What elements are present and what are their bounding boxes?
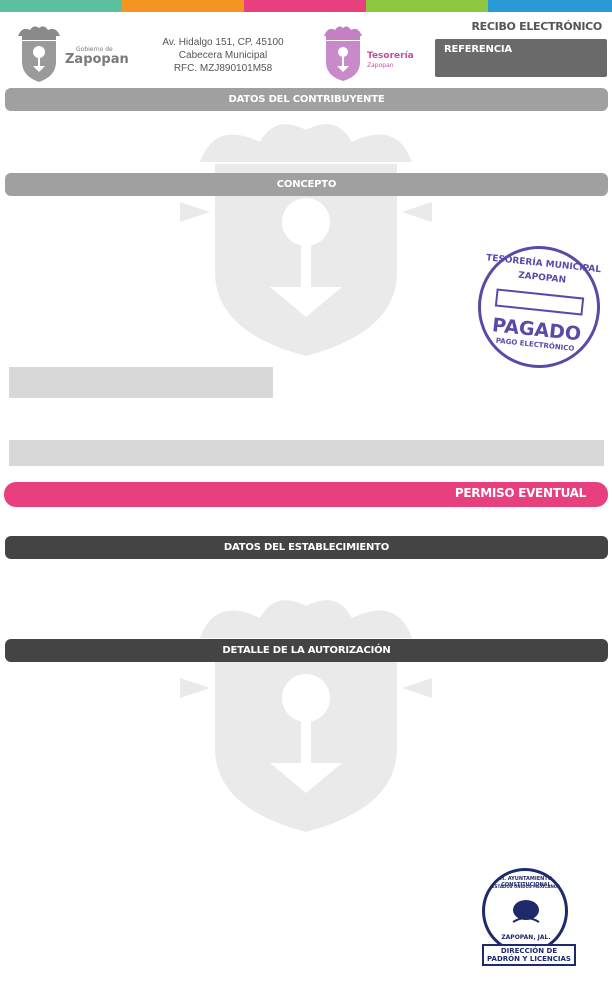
zapopan-name: Zapopan: [65, 52, 129, 67]
coat-of-arms-watermark-icon: [180, 124, 432, 356]
color-band-1: [0, 0, 122, 12]
section-contribuyente: DATOS DEL CONTRIBUYENTE: [5, 88, 608, 111]
reference-box: REFERENCIA: [435, 39, 607, 77]
padron-stamp-plate: DIRECCIÓN DE PADRÓN Y LICENCIAS: [482, 944, 576, 966]
section-concepto: CONCEPTO: [5, 173, 608, 196]
permiso-label: PERMISO EVENTUAL: [454, 486, 586, 500]
pagado-stamp-blank-box: [494, 288, 585, 316]
padron-stamp-line2: PADRÓN Y LICENCIAS: [487, 955, 571, 963]
color-band-2: [122, 0, 244, 12]
color-band-5: [488, 0, 612, 12]
padron-stamp: H. AYUNTAMIENTO CONSTITUCIONAL ESTADOS U…: [472, 864, 582, 968]
padron-stamp-ring-text-2: ESTADOS UNIDOS MEXICANOS: [491, 884, 561, 889]
section-autorizacion: DETALLE DE LA AUTORIZACIÓN: [5, 639, 608, 662]
address-block: Av. Hidalgo 151, CP. 45100 Cabecera Muni…: [148, 36, 298, 75]
section-establecimiento: DATOS DEL ESTABLECIMIENTO: [5, 536, 608, 559]
tesoreria-logo: Tesorería Zapopan: [320, 24, 420, 86]
permiso-bar: PERMISO EVENTUAL: [4, 482, 608, 507]
tesoreria-name: Tesorería: [367, 51, 414, 61]
concept-field-short: [9, 367, 273, 398]
pagado-stamp: TESORERÍA MUNICIPAL ZAPOPAN PAGADO PAGO …: [471, 239, 607, 375]
receipt-title: RECIBO ELECTRÓNICO: [471, 20, 603, 33]
eagle-emblem-icon: [512, 900, 540, 923]
color-band-4: [366, 0, 488, 12]
tesoreria-crest-icon: [324, 26, 362, 81]
color-band-3: [244, 0, 366, 12]
padron-stamp-city: ZAPOPAN, JAL.: [501, 934, 551, 941]
tesoreria-sub: Zapopan: [367, 62, 394, 69]
address-line-3: RFC. MZJ890101M58: [173, 63, 273, 74]
coat-of-arms-watermark-icon: [180, 600, 432, 832]
address-line-2: Cabecera Municipal: [178, 50, 268, 61]
address-line-1: Av. Hidalgo 151, CP. 45100: [162, 37, 284, 48]
reference-label: REFERENCIA: [444, 44, 512, 55]
zapopan-logo: Gobierno de Zapopan: [12, 22, 130, 84]
concept-field-wide: [9, 440, 604, 466]
padron-stamp-line1: DIRECCIÓN DE: [500, 947, 558, 955]
zapopan-crest-icon: [18, 26, 60, 82]
